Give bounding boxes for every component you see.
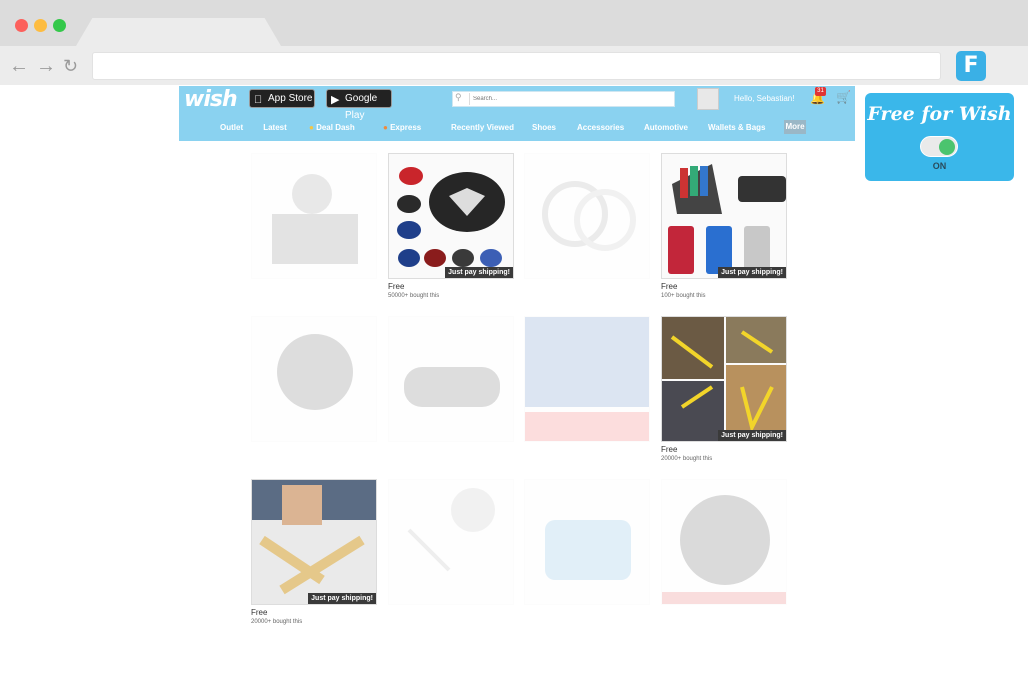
product-price: Free: [661, 282, 678, 291]
bought-count: 100+ bought this: [661, 293, 706, 299]
product-image[interactable]: Just pay shipping!: [251, 479, 377, 605]
angle-ruler-icon: [662, 317, 786, 441]
minimize-window-dot[interactable]: [34, 19, 47, 32]
google-play-badge[interactable]: ▶ Google Play: [326, 89, 392, 121]
rings-icon: [542, 181, 636, 251]
play-icon: ▶: [331, 94, 340, 106]
clock-icon: ●: [309, 123, 314, 132]
product-image[interactable]: Just pay shipping!: [661, 316, 787, 442]
product-price: Free: [251, 608, 268, 617]
app-store-badge[interactable]:  App Store: [249, 89, 315, 108]
product-image[interactable]: [524, 153, 650, 279]
toggle-state-label: ON: [932, 161, 947, 171]
bought-count: 20000+ bought this: [251, 619, 303, 625]
tab-express[interactable]: ● Express: [383, 123, 421, 132]
tab-deal-dash[interactable]: ● Deal Dash: [309, 123, 355, 132]
search-input[interactable]: [469, 93, 669, 105]
tab-wallets-bags[interactable]: Wallets & Bags: [708, 123, 766, 132]
free-shipping-ribbon: Just pay shipping!: [718, 430, 786, 441]
caps-icon: [397, 167, 505, 267]
wish-header: wish  App Store ▶ Google Play ⚲ Hello, …: [179, 86, 855, 144]
product-meta: Free 20000+ bought this: [661, 444, 787, 464]
bought-count: 50000+ bought this: [388, 293, 440, 299]
toggle-knob: [939, 139, 955, 155]
product-meta: Free 100+ bought this: [661, 281, 787, 301]
dough-cutter-icon: [252, 480, 376, 604]
google-play-label: Google Play: [345, 93, 378, 121]
free-shipping-ribbon: Just pay shipping!: [718, 267, 786, 278]
watch-icon: [662, 495, 786, 604]
kitchen-tool-icon: [545, 520, 631, 580]
free-for-wish-panel: Free for Wish ON: [865, 93, 1014, 181]
maximize-window-dot[interactable]: [53, 19, 66, 32]
product-image[interactable]: Just pay shipping!: [388, 153, 514, 279]
reload-icon[interactable]: ↻: [63, 56, 78, 76]
paper-lantern-icon: [277, 334, 353, 410]
free-shipping-ribbon: Just pay shipping!: [445, 267, 513, 278]
product-image[interactable]: Just pay shipping!: [661, 153, 787, 279]
back-arrow-icon[interactable]: ←: [9, 56, 29, 76]
app-store-label: App Store: [268, 93, 313, 104]
product-image[interactable]: [661, 479, 787, 605]
apple-icon: : [254, 92, 262, 109]
cart-icon[interactable]: 🛒: [836, 90, 851, 104]
bought-count: 20000+ bought this: [661, 456, 713, 462]
notification-badge: 31: [815, 87, 826, 96]
search-bar[interactable]: ⚲: [452, 91, 675, 107]
address-bar[interactable]: [92, 52, 941, 80]
panel-title: Free for Wish: [867, 103, 1012, 125]
forward-arrow-icon[interactable]: →: [36, 56, 56, 76]
tab-accessories[interactable]: Accessories: [577, 123, 624, 132]
tab-outlet[interactable]: Outlet: [220, 123, 243, 132]
browser-tab[interactable]: [76, 18, 281, 46]
tab-express-label: Express: [390, 123, 422, 132]
free-for-wish-extension-icon[interactable]: F: [956, 51, 986, 81]
wish-logo[interactable]: wish: [184, 87, 238, 112]
necklace-icon: [407, 488, 495, 572]
tab-latest[interactable]: Latest: [253, 123, 297, 144]
product-image[interactable]: [251, 153, 377, 279]
search-icon: ⚲: [455, 92, 462, 102]
tab-automotive[interactable]: Automotive: [644, 123, 688, 132]
tab-deal-dash-label: Deal Dash: [316, 123, 355, 132]
product-image[interactable]: [388, 316, 514, 442]
user-avatar[interactable]: [697, 88, 719, 110]
express-truck-icon: ●: [383, 123, 388, 132]
usb-cable-icon: [525, 317, 649, 441]
product-image[interactable]: [524, 316, 650, 442]
tab-recently-viewed[interactable]: Recently Viewed: [451, 123, 514, 132]
greeting[interactable]: Hello, Sebastian!: [734, 94, 794, 103]
product-price: Free: [388, 282, 405, 291]
product-price: Free: [661, 445, 678, 454]
product-image[interactable]: [524, 479, 650, 605]
free-filter-toggle[interactable]: [920, 136, 958, 157]
product-image[interactable]: [388, 479, 514, 605]
product-meta: Free 20000+ bought this: [251, 607, 377, 627]
pillow-icon: [404, 367, 500, 407]
tab-shoes[interactable]: Shoes: [532, 123, 556, 132]
product-image[interactable]: [251, 316, 377, 442]
card-wallets-icon: [668, 164, 786, 274]
product-meta: Free 50000+ bought this: [388, 281, 514, 301]
close-window-dot[interactable]: [15, 19, 28, 32]
more-button[interactable]: More: [784, 120, 806, 134]
free-shipping-ribbon: Just pay shipping!: [308, 593, 376, 604]
glass-stand-icon: [272, 174, 358, 264]
